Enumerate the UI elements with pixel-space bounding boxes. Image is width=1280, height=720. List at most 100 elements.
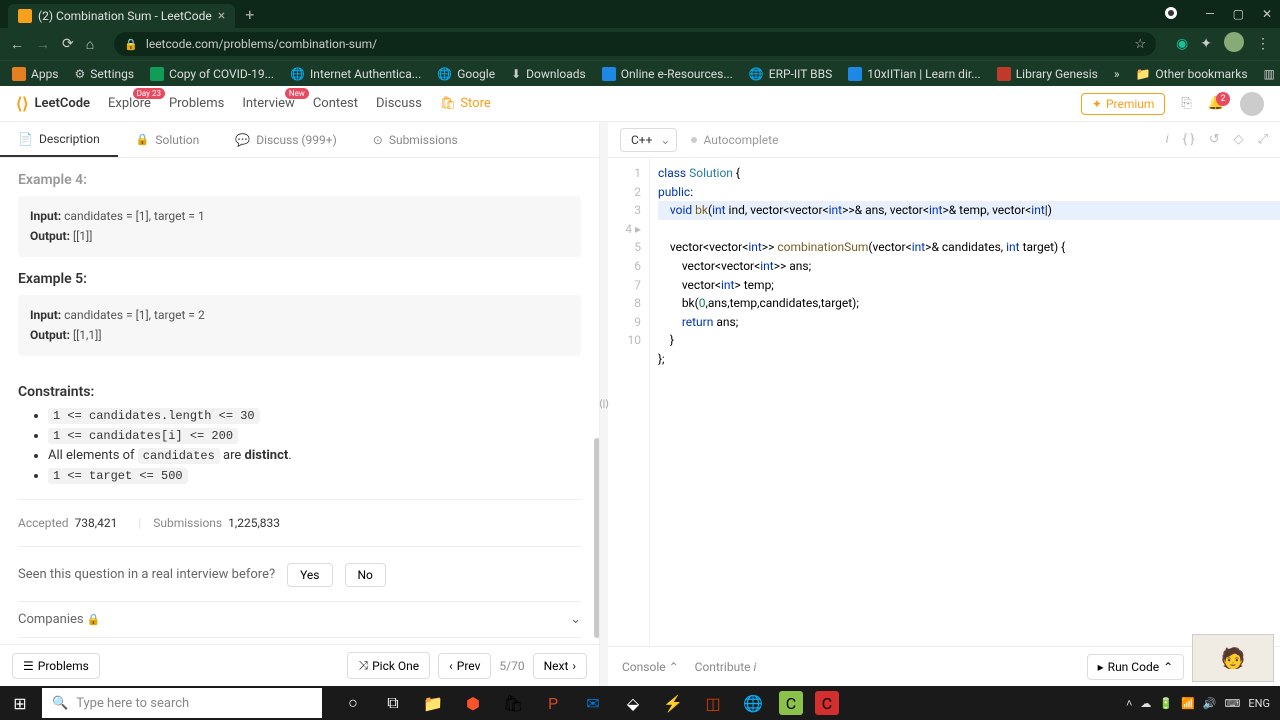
bookmark-downloads[interactable]: ⬇Downloads <box>511 67 586 81</box>
browser-tab[interactable]: (2) Combination Sum - LeetCode × <box>8 4 235 28</box>
camtasia-rec-icon[interactable]: C <box>815 691 839 715</box>
nav-discuss[interactable]: Discuss <box>376 96 422 111</box>
panel-splitter[interactable]: ⟨|⟩ <box>600 122 608 686</box>
wifi-icon[interactable]: 📶 <box>1181 697 1195 710</box>
browser-tab-strip: (2) Combination Sum - LeetCode × + — ▢ ✕ <box>0 0 1280 28</box>
bookmark-apps[interactable]: Apps <box>12 67 59 81</box>
nav-problems[interactable]: Problems <box>169 96 224 111</box>
taskbar-search[interactable]: 🔍 Type here to search <box>42 688 322 718</box>
playground-icon[interactable]: ⎘ <box>1181 96 1191 111</box>
premium-button[interactable]: ✦Premium <box>1081 93 1166 115</box>
task-view-icon[interactable]: ⧉ <box>374 686 412 720</box>
dropbox-icon[interactable]: ⬙ <box>614 686 652 720</box>
home-button[interactable]: ⌂ <box>86 36 94 53</box>
lock-icon: 🔒 <box>136 133 150 146</box>
volume-icon[interactable]: 🔊 <box>1203 697 1217 710</box>
camtasia-icon[interactable]: C <box>779 691 803 715</box>
explorer-icon[interactable]: 📁 <box>414 686 452 720</box>
interview-yes-button[interactable]: Yes <box>287 563 332 587</box>
shuffle-icon: ⤨ <box>358 658 368 673</box>
problem-content: Example 4: Input: candidates = [1], targ… <box>0 158 599 644</box>
office-icon[interactable]: ◫ <box>694 686 732 720</box>
tab-description[interactable]: 📄Description <box>0 122 118 157</box>
other-bookmarks[interactable]: 📁Other bookmarks <box>1135 67 1247 81</box>
profile-avatar[interactable] <box>1224 32 1244 56</box>
user-avatar[interactable] <box>1240 92 1264 116</box>
forward-button[interactable]: → <box>36 36 50 53</box>
bookmark-icon[interactable]: ◇ <box>1234 132 1244 147</box>
start-button[interactable]: ⊞ <box>0 686 40 720</box>
star-icon[interactable]: ☆ <box>1134 37 1146 52</box>
tab-submissions[interactable]: ⊙Submissions <box>355 122 476 157</box>
brackets-icon[interactable]: { } <box>1183 132 1195 147</box>
tab-solution[interactable]: 🔒Solution <box>118 122 218 157</box>
constraints-title: Constraints: <box>18 384 581 400</box>
prev-button[interactable]: ‹Prev <box>438 653 491 679</box>
notifications-button[interactable]: 🔔 2 <box>1208 96 1224 111</box>
maximize-button[interactable]: ▢ <box>1233 7 1244 21</box>
reset-icon[interactable]: ↺ <box>1209 132 1220 147</box>
fullscreen-icon[interactable]: ⤢ <box>1258 132 1268 147</box>
new-tab-button[interactable]: + <box>245 5 254 24</box>
editor-panel: C++ Autocomplete i { } ↺ ◇ ⤢ 1234 ▸56789… <box>608 122 1280 686</box>
mail-icon[interactable]: ✉ <box>574 686 612 720</box>
play-icon: ▸ <box>1098 660 1104 674</box>
browser-menu-icon[interactable]: ⋮ <box>1256 36 1270 52</box>
url-bar[interactable]: 🔒 leetcode.com/problems/combination-sum/… <box>114 32 1156 56</box>
console-toggle[interactable]: Console ⌃ <box>622 660 679 674</box>
language-select[interactable]: C++ <box>620 128 677 152</box>
keyboard-icon[interactable]: ⌨ <box>1225 697 1241 710</box>
pick-one-button[interactable]: ⤨Pick One <box>347 652 430 679</box>
next-button[interactable]: Next› <box>533 653 587 679</box>
tab-close-icon[interactable]: × <box>218 8 225 24</box>
run-code-button[interactable]: ▸Run Code⌃ <box>1087 654 1185 680</box>
store-icon[interactable]: 🛍 <box>494 686 532 720</box>
close-window-button[interactable]: ✕ <box>1262 7 1272 21</box>
leetcode-logo-icon: ⟨⟩ <box>16 94 28 113</box>
chevron-up-icon: ⌃ <box>1163 660 1173 674</box>
bookmark-erp[interactable]: 🌐ERP-IIT BBS <box>749 67 832 81</box>
leetcode-logo[interactable]: ⟨⟩ LeetCode <box>16 94 90 113</box>
battery-icon[interactable]: 🔋 <box>1159 697 1173 710</box>
back-button[interactable]: ← <box>10 36 24 53</box>
reload-button[interactable]: ⟳ <box>62 36 74 52</box>
scrollbar-thumb[interactable] <box>594 438 599 638</box>
bookmark-eresources[interactable]: Online e-Resources... <box>602 67 733 81</box>
tab-discuss[interactable]: 💬Discuss (999+) <box>217 122 355 157</box>
interview-no-button[interactable]: No <box>345 563 386 587</box>
nav-interview[interactable]: InterviewNew <box>242 96 295 111</box>
info-icon[interactable]: i <box>1166 132 1169 147</box>
brave-icon[interactable]: ⬢ <box>454 686 492 720</box>
bookmark-libgen[interactable]: Library Genesis <box>997 67 1098 81</box>
companies-section[interactable]: Companies 🔒⌄ <box>18 601 581 637</box>
nav-explore[interactable]: ExploreDay 23 <box>108 96 151 111</box>
extensions-icon[interactable]: ✦ <box>1200 36 1212 52</box>
store-icon: 🛍 <box>440 96 457 111</box>
nav-store[interactable]: 🛍Store <box>440 96 491 111</box>
record-indicator-icon <box>1165 7 1177 19</box>
bookmark-10x[interactable]: 10xIITian | Learn dir... <box>848 67 980 81</box>
chrome-icon[interactable]: 🌐 <box>734 686 772 720</box>
problems-list-button[interactable]: ☰Problems <box>12 653 100 679</box>
minimize-button[interactable]: — <box>1205 7 1214 21</box>
code-lines[interactable]: class Solution { public: void bk(int ind… <box>650 158 1280 646</box>
bookmark-internet-auth[interactable]: 🌐Internet Authentica... <box>290 67 421 81</box>
bookmark-google[interactable]: 🌐Google <box>437 67 495 81</box>
app-icon-1[interactable]: ⚡ <box>654 686 692 720</box>
language-indicator[interactable]: ENG <box>1248 697 1270 710</box>
search-icon: 🔍 <box>52 696 68 711</box>
ext-grammarly-icon[interactable]: ◉ <box>1176 36 1188 52</box>
nav-contest[interactable]: Contest <box>313 96 358 111</box>
code-editor[interactable]: 1234 ▸5678910 class Solution { public: v… <box>608 158 1280 646</box>
autocomplete-toggle[interactable]: Autocomplete <box>691 133 778 147</box>
cortana-icon[interactable]: ○ <box>334 686 372 720</box>
bookmark-settings[interactable]: ⚙Settings <box>75 67 135 81</box>
tray-up-icon[interactable]: ˄ <box>1126 697 1132 710</box>
powerpoint-icon[interactable]: P <box>534 686 572 720</box>
bookmark-covid[interactable]: Copy of COVID-19... <box>150 67 274 81</box>
related-topics-section[interactable]: Related Topics⌄ <box>18 637 581 644</box>
reading-list[interactable]: ▥Reading list <box>1264 67 1280 81</box>
bookmarks-overflow[interactable]: » <box>1114 67 1120 81</box>
contribute-link[interactable]: Contribute i <box>695 660 757 674</box>
onedrive-icon[interactable]: ☁ <box>1140 697 1151 710</box>
